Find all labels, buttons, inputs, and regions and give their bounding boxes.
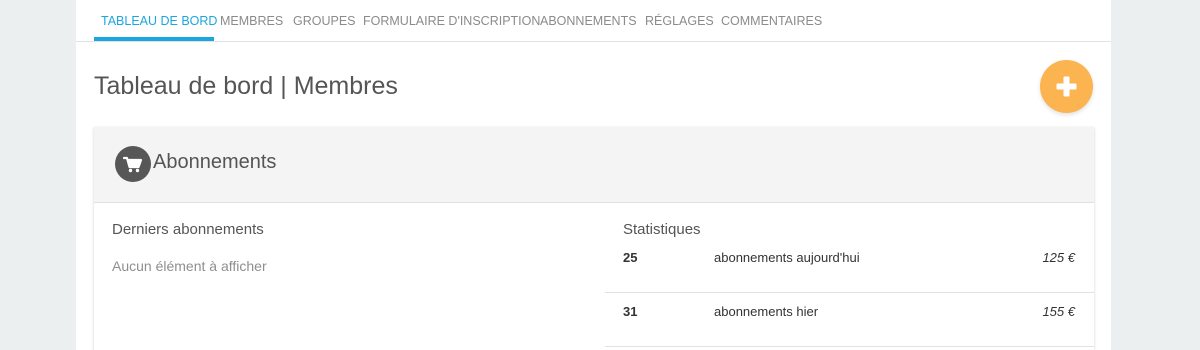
empty-state-text: Aucun élément à afficher: [112, 258, 267, 274]
subscriptions-card: Abonnements Derniers abonnements Aucun é…: [94, 127, 1094, 350]
page-title: Tableau de bord | Membres: [94, 72, 398, 100]
active-tab-indicator: [94, 37, 214, 41]
stat-amount: 125 €: [1042, 250, 1075, 265]
tab-groupes[interactable]: GROUPES: [293, 13, 356, 42]
stat-count: 25: [623, 250, 638, 265]
tab-commentaires[interactable]: COMMENTAIRES: [721, 13, 822, 42]
stats-row-yesterday: 31 abonnements hier 155 €: [605, 293, 1094, 347]
stat-count: 31: [623, 304, 638, 319]
card-header: Abonnements: [94, 127, 1094, 203]
main-page: TABLEAU DE BORD MEMBRES GROUPES FORMULAI…: [76, 0, 1111, 350]
card-title: Abonnements: [153, 151, 277, 173]
stats-row-today: 25 abonnements aujourd'hui 125 €: [605, 239, 1094, 293]
stat-label: abonnements aujourd'hui: [714, 250, 860, 265]
recent-subscriptions-title: Derniers abonnements: [112, 221, 264, 238]
add-button[interactable]: [1040, 60, 1093, 113]
tab-reglages[interactable]: RÉGLAGES: [645, 13, 714, 42]
stat-label: abonnements hier: [714, 304, 819, 319]
top-tab-bar: TABLEAU DE BORD MEMBRES GROUPES FORMULAI…: [76, 0, 1111, 42]
tab-membres[interactable]: MEMBRES: [220, 13, 283, 42]
tab-formulaire-inscription[interactable]: FORMULAIRE D'INSCRIPTION: [363, 13, 540, 42]
tab-abonnements[interactable]: ABONNEMENTS: [540, 13, 637, 42]
cart-icon: [122, 156, 143, 173]
stat-amount: 155 €: [1042, 304, 1075, 319]
plus-icon: [1056, 76, 1077, 97]
statistics-title: Statistiques: [623, 221, 701, 238]
cart-icon-badge: [115, 146, 151, 182]
